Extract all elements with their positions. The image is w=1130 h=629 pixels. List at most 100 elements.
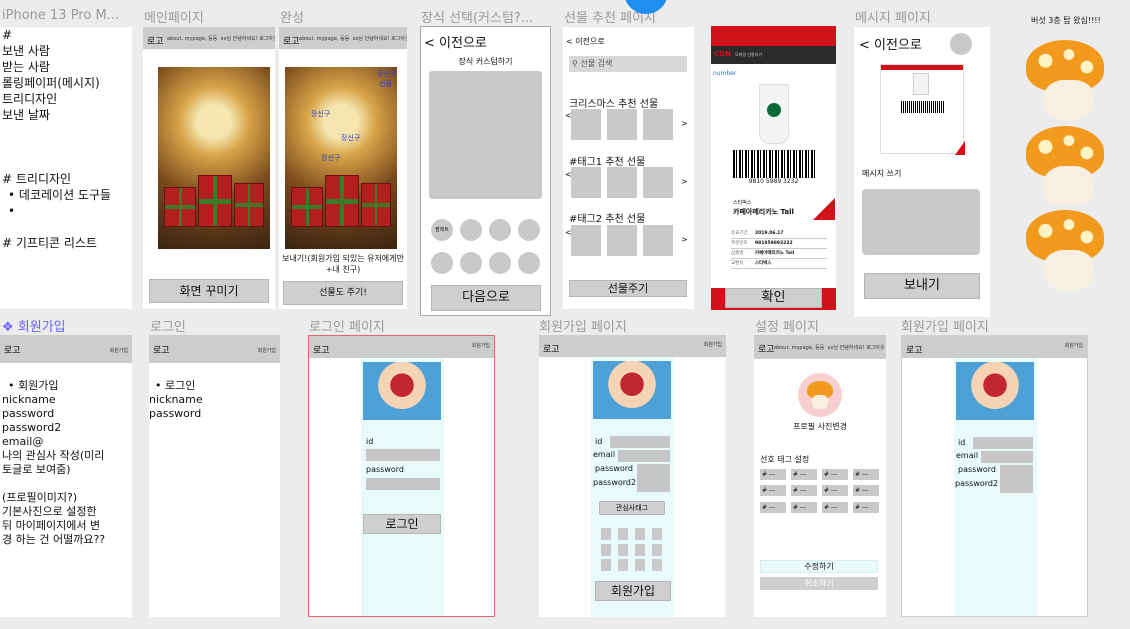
preference-tag[interactable]: # --- bbox=[760, 469, 786, 480]
gift-item[interactable] bbox=[607, 109, 637, 140]
frame-signup-note[interactable]: 로고 회원가입 • 회원가입 nickname password passwor… bbox=[0, 335, 132, 617]
tag-cell[interactable] bbox=[601, 559, 611, 571]
tag-cell[interactable] bbox=[652, 544, 662, 556]
mushroom-image[interactable] bbox=[1026, 210, 1104, 292]
logo[interactable]: 로고 bbox=[283, 34, 300, 47]
decor-option[interactable] bbox=[431, 252, 453, 274]
back-button[interactable]: < 이전으로 bbox=[424, 32, 487, 51]
logo[interactable]: 로고 bbox=[543, 342, 560, 355]
back-button[interactable]: < 이전으로 bbox=[566, 36, 605, 47]
id-input[interactable] bbox=[366, 449, 440, 461]
frame-title-settings[interactable]: 설정 페이지 bbox=[755, 316, 819, 335]
palette-button[interactable]: 팔레트 bbox=[431, 219, 453, 241]
next-arrow[interactable]: > bbox=[681, 177, 688, 186]
frame-title-iphone[interactable]: iPhone 13 Pro M... bbox=[2, 8, 132, 23]
profile-change-link[interactable]: 프로필 사진변경 bbox=[754, 421, 886, 432]
preference-tag[interactable]: # --- bbox=[822, 485, 848, 496]
message-textarea[interactable] bbox=[862, 189, 980, 255]
email-input[interactable] bbox=[981, 451, 1033, 463]
frame-title-decor[interactable]: 장식 선택(커스텀?... bbox=[421, 7, 551, 26]
preference-tag[interactable]: # --- bbox=[791, 469, 817, 480]
profile-avatar[interactable] bbox=[798, 373, 842, 417]
sticker-label[interactable]: 장신구 bbox=[341, 133, 360, 143]
password2-input[interactable] bbox=[1000, 477, 1033, 493]
frame-title-signup-page[interactable]: 회원가입 페이지 bbox=[539, 316, 627, 335]
frame-title-signup-page-2[interactable]: 회원가입 페이지 bbox=[901, 316, 989, 335]
frame-title-message[interactable]: 메시지 페이지 bbox=[855, 7, 931, 26]
frame-signup-page-2[interactable]: 로고 회원가입 id email password password2 bbox=[901, 335, 1088, 617]
frame-message-page[interactable]: < 이전으로 메시지 쓰기 보내기 bbox=[854, 27, 990, 317]
frame-login-note[interactable]: 로고 회원가입 • 로그인 nickname password bbox=[149, 335, 280, 617]
login-button[interactable]: 로그인 bbox=[363, 514, 441, 534]
logo[interactable]: 로고 bbox=[758, 342, 775, 355]
tag-cell[interactable] bbox=[635, 559, 645, 571]
frame-title-complete[interactable]: 완성 bbox=[280, 7, 304, 26]
send-button[interactable]: 보내기 bbox=[864, 273, 980, 299]
signup-link[interactable]: 회원가입 bbox=[1065, 342, 1083, 349]
preference-tag[interactable]: # --- bbox=[853, 502, 879, 513]
gift-item[interactable] bbox=[643, 225, 673, 256]
frame-login-page[interactable]: 로고 회원가입 id password 로그인 bbox=[308, 335, 495, 617]
preference-tag[interactable]: # --- bbox=[853, 485, 879, 496]
give-gift-button[interactable]: 선물도 주기! bbox=[283, 281, 403, 305]
preference-tag[interactable]: # --- bbox=[760, 485, 786, 496]
password2-input[interactable] bbox=[637, 476, 670, 492]
tag-cell[interactable] bbox=[601, 528, 611, 540]
give-gift-button[interactable]: 선물주기 bbox=[569, 280, 687, 297]
signup-link[interactable]: 회원가입 bbox=[110, 347, 128, 354]
decorate-screen-button[interactable]: 화면 꾸미기 bbox=[149, 279, 269, 303]
tag-cell[interactable] bbox=[618, 544, 628, 556]
gift-item[interactable] bbox=[607, 225, 637, 256]
sticker-label[interactable]: 선물 bbox=[379, 79, 392, 89]
preference-tag[interactable]: # --- bbox=[760, 502, 786, 513]
frame-iphone-note[interactable]: # 보낸 사람 받는 사람 롤링페이퍼(메시지) 트리디자인 보낸 날짜 # 트… bbox=[0, 27, 132, 309]
tag-cell[interactable] bbox=[635, 544, 645, 556]
header-menu[interactable]: about, mypage, 등등 xx님 안녕하세요! 로그아웃 bbox=[774, 344, 885, 351]
gift-search-input[interactable]: ⚲ 선물 검색 bbox=[569, 56, 687, 72]
preference-tag[interactable]: # --- bbox=[822, 469, 848, 480]
mushroom-image[interactable] bbox=[1026, 40, 1104, 122]
tag-cell[interactable] bbox=[652, 559, 662, 571]
gift-item[interactable] bbox=[571, 167, 601, 198]
preference-tag[interactable]: # --- bbox=[791, 485, 817, 496]
decor-option[interactable] bbox=[518, 219, 540, 241]
save-button[interactable]: 수정하기 bbox=[760, 560, 878, 573]
sticker-label[interactable]: 장신구 bbox=[377, 69, 396, 79]
email-input[interactable] bbox=[618, 450, 670, 462]
confirm-button[interactable]: 확인 bbox=[725, 288, 822, 308]
frame-title-login-note[interactable]: 로그인 bbox=[150, 316, 186, 335]
next-arrow[interactable]: > bbox=[681, 119, 688, 128]
signup-link[interactable]: 회원가입 bbox=[258, 347, 276, 354]
frame-main-page[interactable]: 로고 about, mypage, 등등 xx님 안녕하세요! 로그아웃 화면 … bbox=[143, 27, 275, 309]
frame-title-main[interactable]: 메인페이지 bbox=[144, 7, 204, 26]
signup-link[interactable]: 회원가입 bbox=[704, 341, 722, 348]
profile-avatar[interactable] bbox=[950, 33, 972, 55]
frame-gift-page[interactable]: < 이전으로 ⚲ 선물 검색 크리스마스 추천 선물 < > #태그1 추천 선… bbox=[563, 27, 694, 309]
cancel-button[interactable]: 취소하기 bbox=[760, 577, 878, 590]
password-input[interactable] bbox=[637, 464, 670, 476]
sticker-label[interactable]: 장신구 bbox=[311, 109, 330, 119]
signup-button[interactable]: 회원가입 bbox=[595, 581, 671, 601]
gift-item[interactable] bbox=[571, 109, 601, 140]
tag-cell[interactable] bbox=[601, 544, 611, 556]
signup-link[interactable]: 회원가입 bbox=[472, 342, 490, 349]
frame-decor-page[interactable]: < 이전으로 장식 커스텀하기 팔레트 다음으로 bbox=[420, 26, 551, 316]
interest-tag-button[interactable]: 관심사태그 bbox=[599, 501, 665, 515]
gift-item[interactable] bbox=[643, 109, 673, 140]
back-button[interactable]: < 이전으로 bbox=[859, 34, 922, 53]
sticker-label[interactable]: 장신구 bbox=[321, 153, 340, 163]
logo[interactable]: 로고 bbox=[147, 34, 164, 47]
decor-option[interactable] bbox=[489, 219, 511, 241]
next-button[interactable]: 다음으로 bbox=[431, 285, 541, 311]
password-input[interactable] bbox=[1000, 465, 1033, 477]
frame-gifticon[interactable]: CON 모바일 선물하기 number 9810 5989 3232 스타벅스 … bbox=[711, 26, 836, 310]
decor-option[interactable] bbox=[460, 252, 482, 274]
password-input[interactable] bbox=[366, 478, 440, 490]
tag-cell[interactable] bbox=[618, 559, 628, 571]
decor-option[interactable] bbox=[518, 252, 540, 274]
logo[interactable]: 로고 bbox=[313, 343, 330, 356]
gift-item[interactable] bbox=[607, 167, 637, 198]
tag-cell[interactable] bbox=[618, 528, 628, 540]
header-menu[interactable]: about, mypage, 등등 xx님 안녕하세요! 로그아웃 bbox=[167, 35, 275, 42]
header-menu[interactable]: about, mypage, 등등 xx님 안녕하세요! 로그아웃 bbox=[299, 35, 407, 42]
